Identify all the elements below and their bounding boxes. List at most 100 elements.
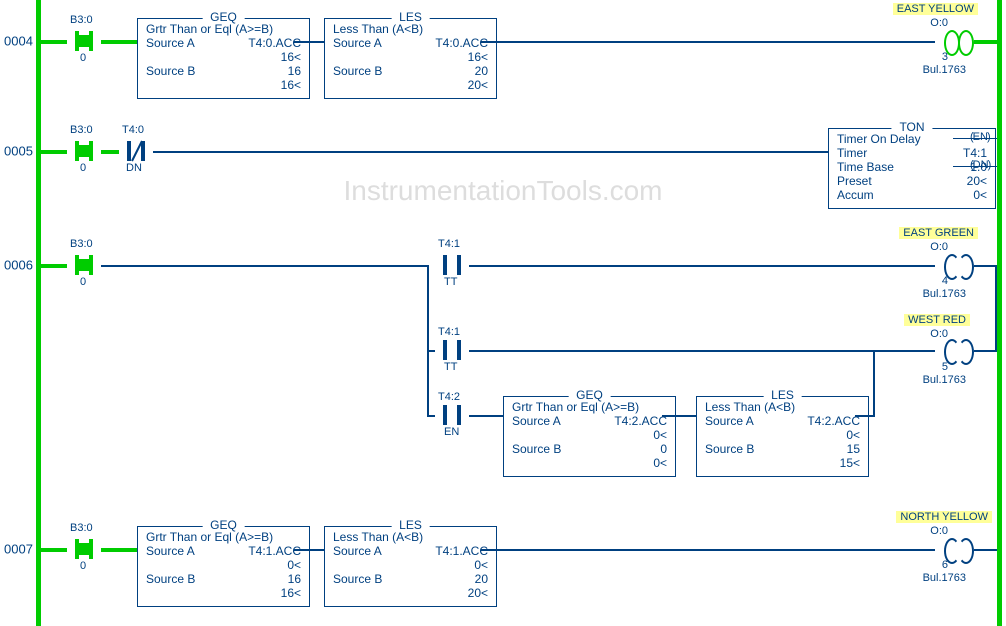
- ibox-title: GEQ: [202, 10, 245, 24]
- rung-number: 0004: [4, 34, 33, 49]
- wire: [101, 265, 427, 267]
- ibox-desc: Timer On Delay: [837, 132, 921, 146]
- wire: [481, 41, 935, 43]
- watermark: InstrumentationTools.com: [343, 175, 662, 207]
- output-tag: O:0: [930, 241, 948, 253]
- wire: [481, 549, 935, 551]
- ibox-title: TON: [891, 120, 932, 134]
- contact-bit: 0: [80, 52, 86, 64]
- ibox-title: GEQ: [202, 518, 245, 532]
- wire: [41, 264, 67, 268]
- wire: [101, 548, 137, 552]
- wire: [294, 41, 324, 43]
- output-bit: 4: [942, 275, 948, 287]
- contact-tag: B3:0: [70, 14, 93, 26]
- wire: [41, 150, 67, 154]
- les-instruction[interactable]: LES Less Than (A<B) Source AT4:0.ACC 16<…: [324, 18, 497, 99]
- ibox-title: LES: [391, 10, 430, 24]
- wire: [974, 549, 997, 551]
- ibox-desc: Grtr Than or Eql (A>=B): [146, 22, 273, 36]
- rung-0005: 0005 B3:0 0 T4:0 DN TON Timer On Delay T…: [0, 146, 1006, 156]
- les-instruction[interactable]: LES Less Than (A<B) Source AT4:1.ACC 0< …: [324, 526, 497, 607]
- output-desc: WEST RED: [904, 314, 970, 326]
- output-bit: 5: [942, 361, 948, 373]
- contact-tag: B3:0: [70, 124, 93, 136]
- les-instruction[interactable]: LES Less Than (A<B) Source AT4:2.ACC 0< …: [696, 396, 869, 477]
- contact-t4-1-tt[interactable]: [435, 255, 469, 275]
- contact-bit: 0: [80, 276, 86, 288]
- geq-instruction[interactable]: GEQ Grtr Than or Eql (A>=B) Source AT4:2…: [503, 396, 676, 477]
- contact-b3-0[interactable]: [67, 255, 101, 275]
- output-device: Bul.1763: [923, 288, 966, 300]
- output-coil[interactable]: [944, 538, 974, 560]
- wire: [469, 415, 503, 417]
- wire: [855, 415, 875, 417]
- contact-bit: EN: [444, 426, 459, 438]
- contact-tag: T4:0: [122, 124, 144, 136]
- contact-bit: TT: [444, 276, 457, 288]
- wire: [153, 151, 828, 153]
- rung-number: 0007: [4, 542, 33, 557]
- geq-instruction[interactable]: GEQ Grtr Than or Eql (A>=B) Source AT4:1…: [137, 526, 310, 607]
- wire: [873, 350, 935, 352]
- power-rail-left: [36, 0, 41, 626]
- wire: [41, 548, 67, 552]
- ladder-canvas: InstrumentationTools.com 0004 B3:0 0 GEQ…: [0, 0, 1006, 626]
- contact-bit: TT: [444, 361, 457, 373]
- en-indicator: EN: [970, 131, 991, 143]
- output-coil[interactable]: [944, 30, 974, 52]
- contact-t4-1-tt[interactable]: [435, 340, 469, 360]
- contact-t4-2-en[interactable]: [435, 405, 469, 425]
- output-tag: O:0: [930, 525, 948, 537]
- output-tag: O:0: [930, 17, 948, 29]
- contact-b3-0[interactable]: [67, 31, 101, 51]
- contact-b3-0[interactable]: [67, 539, 101, 559]
- wire: [427, 415, 435, 417]
- geq-instruction[interactable]: GEQ Grtr Than or Eql (A>=B) Source AT4:0…: [137, 18, 310, 99]
- output-desc: NORTH YELLOW: [896, 511, 992, 523]
- branch-wire: [873, 350, 875, 417]
- contact-bit: 0: [80, 560, 86, 572]
- output-bit: 3: [942, 51, 948, 63]
- contact-b3-0[interactable]: [67, 141, 101, 161]
- branch-wire: [427, 265, 429, 417]
- wire: [101, 40, 137, 44]
- wire: [974, 350, 997, 352]
- wire: [469, 265, 935, 267]
- output-desc: EAST GREEN: [899, 227, 978, 239]
- output-coil[interactable]: [944, 339, 974, 361]
- wire: [469, 350, 873, 352]
- output-device: Bul.1763: [923, 572, 966, 584]
- wire: [101, 150, 119, 154]
- power-rail-right: [997, 0, 1002, 626]
- contact-tag: T4:1: [438, 326, 460, 338]
- ibox-title: LES: [391, 518, 430, 532]
- wire: [662, 415, 696, 417]
- contact-tag: T4:2: [438, 391, 460, 403]
- wire: [41, 40, 67, 44]
- output-coil[interactable]: [944, 254, 974, 276]
- wire: [294, 549, 324, 551]
- output-device: Bul.1763: [923, 64, 966, 76]
- wire: [427, 350, 435, 352]
- contact-bit: DN: [126, 162, 142, 174]
- contact-tag: B3:0: [70, 522, 93, 534]
- contact-tag: T4:1: [438, 238, 460, 250]
- wire: [974, 265, 997, 267]
- rung-0006: 0006 B3:0 0 T4:1 TT EAST GREEN O:0 4 Bul…: [0, 260, 1006, 270]
- rung-number: 0006: [4, 258, 33, 273]
- contact-tag: B3:0: [70, 238, 93, 250]
- ibox-title: LES: [763, 388, 802, 402]
- contact-xio-t4-0-dn[interactable]: [119, 141, 153, 161]
- branch-wire: [995, 265, 997, 352]
- dn-indicator: DN: [970, 159, 991, 171]
- rung-0004: 0004 B3:0 0 GEQ Grtr Than or Eql (A>=B) …: [0, 36, 1006, 46]
- wire: [974, 40, 997, 44]
- output-desc: EAST YELLOW: [893, 3, 978, 15]
- ibox-desc: Less Than (A<B): [333, 22, 423, 36]
- rung-number: 0005: [4, 144, 33, 159]
- output-bit: 6: [942, 559, 948, 571]
- ibox-title: GEQ: [568, 388, 611, 402]
- contact-bit: 0: [80, 162, 86, 174]
- rung-0007: 0007 B3:0 0 GEQ Grtr Than or Eql (A>=B) …: [0, 544, 1006, 554]
